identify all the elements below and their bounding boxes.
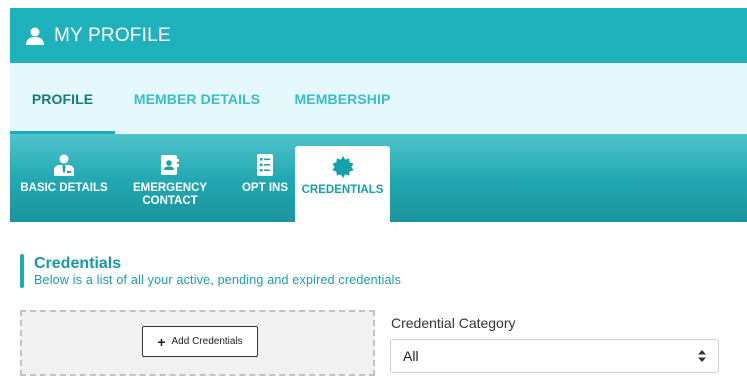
tab-label: MEMBER DETAILS <box>133 90 261 107</box>
subtab-opt-ins[interactable]: OPT INS <box>235 134 295 222</box>
sub-tab-bar: BASIC DETAILS EMERGENCY CONTACT OPT INS … <box>10 134 747 222</box>
subtab-label: OPT INS <box>241 182 288 194</box>
subtab-label: EMERGENCY CONTACT <box>132 182 208 207</box>
add-credentials-button[interactable]: + Add Credentials <box>142 326 258 357</box>
contact-card-icon <box>160 154 180 176</box>
main-tab-bar: PROFILE MEMBER DETAILS MEMBERSHIP <box>10 63 747 134</box>
section-accent-bar <box>20 254 24 288</box>
plus-icon: + <box>157 333 166 350</box>
section-subtitle: Below is a list of all your active, pend… <box>34 273 402 287</box>
page-title: MY PROFILE <box>54 24 171 46</box>
badge-seal-icon <box>331 156 354 178</box>
subtab-label: BASIC DETAILS <box>20 182 108 194</box>
tab-label: PROFILE <box>31 90 94 107</box>
tab-profile[interactable]: PROFILE <box>10 63 115 134</box>
credential-category-label: Credential Category <box>391 315 516 331</box>
section-title: Credentials <box>34 255 122 272</box>
tab-membership[interactable]: MEMBERSHIP <box>280 63 405 134</box>
subtab-emergency-contact[interactable]: EMERGENCY CONTACT <box>128 134 212 222</box>
profile-app: MY PROFILE PROFILE MEMBER DETAILS MEMBER… <box>10 8 747 388</box>
subtab-basic-details[interactable]: BASIC DETAILS <box>10 134 118 222</box>
checklist-icon <box>257 154 273 176</box>
person-tie-icon <box>54 154 74 176</box>
select-value: All <box>403 348 419 364</box>
add-credentials-label: Add Credentials <box>171 336 243 347</box>
user-icon <box>24 25 46 47</box>
subtab-credentials[interactable]: CREDENTIALS <box>295 146 390 222</box>
tab-member-details[interactable]: MEMBER DETAILS <box>122 63 272 134</box>
page-header: MY PROFILE <box>10 8 747 63</box>
tab-label: MEMBERSHIP <box>294 90 391 107</box>
credential-category-select[interactable]: All <box>390 339 719 373</box>
subtab-label: CREDENTIALS <box>301 184 384 196</box>
select-caret-icon <box>698 350 706 362</box>
